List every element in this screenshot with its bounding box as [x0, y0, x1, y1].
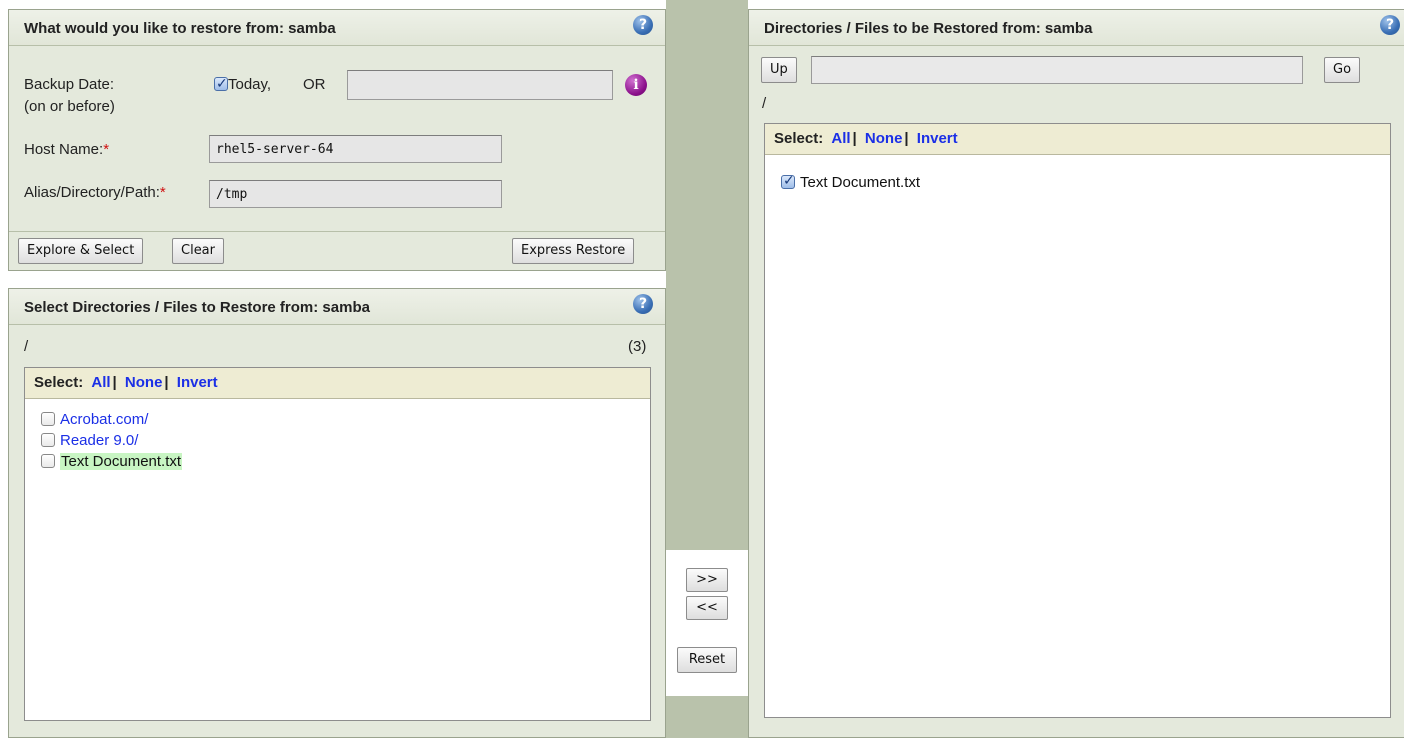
item-link[interactable]: Acrobat.com/	[60, 411, 148, 428]
item-link[interactable]: Reader 9.0/	[60, 432, 138, 449]
divider-bottom	[666, 696, 748, 738]
item-checkbox[interactable]	[41, 433, 55, 447]
select-all-link[interactable]: All	[831, 130, 850, 147]
list-item: Reader 9.0/	[41, 432, 138, 450]
or-label: OR	[303, 76, 326, 93]
select-label: Select:	[34, 374, 84, 391]
select-none-link[interactable]: None	[125, 374, 163, 391]
help-icon[interactable]: ?	[633, 294, 653, 314]
select-files-panel: Select Directories / Files to Restore fr…	[8, 288, 666, 738]
select-invert-link[interactable]: Invert	[917, 130, 958, 147]
restore-options-header: What would you like to restore from: sam…	[9, 10, 665, 46]
item-checkbox[interactable]	[41, 454, 55, 468]
path-input[interactable]	[811, 56, 1303, 84]
file-list-box: Select: All | None | Invert Acrobat.com/ R…	[24, 367, 651, 721]
divider-top	[666, 0, 748, 550]
item-checkbox[interactable]	[41, 412, 55, 426]
item-checkbox[interactable]	[781, 172, 795, 190]
help-icon[interactable]: ?	[1380, 15, 1400, 35]
separator: |	[904, 130, 909, 147]
express-restore-button[interactable]: Express Restore	[512, 238, 635, 264]
panel-title: Select Directories / Files to Restore fr…	[24, 299, 370, 316]
item-count: (3)	[628, 338, 647, 355]
info-icon[interactable]: i	[625, 74, 647, 96]
separator: |	[112, 374, 117, 391]
help-icon[interactable]: ?	[633, 15, 653, 35]
path-field[interactable]: /tmp	[209, 180, 502, 208]
host-name-label: Host Name:*	[24, 141, 110, 158]
list-item: Text Document.txt	[41, 453, 183, 471]
list-item: Acrobat.com/	[41, 411, 148, 429]
current-path: /	[24, 338, 29, 355]
backup-date-label: Backup Date:	[24, 76, 115, 93]
select-files-header: Select Directories / Files to Restore fr…	[9, 289, 665, 325]
panel-title: What would you like to restore from: sam…	[24, 20, 336, 37]
explore-select-button[interactable]: Explore & Select	[18, 238, 144, 264]
backup-date-input[interactable]	[347, 70, 613, 100]
restore-list-header: Directories / Files to be Restored from:…	[749, 10, 1404, 46]
restore-list-box: Select: All| None| Invert Text Document.…	[764, 123, 1391, 718]
list-item: Text Document.txt	[781, 172, 921, 192]
today-option: Today,	[214, 74, 271, 95]
go-button[interactable]: Go	[1324, 57, 1361, 83]
required-mark: *	[103, 141, 110, 158]
button-bar: Explore & Select Clear Express Restore	[9, 231, 665, 270]
today-label: Today,	[228, 76, 272, 93]
reset-button[interactable]: Reset	[677, 647, 737, 673]
select-all-link[interactable]: All	[91, 374, 110, 391]
select-label: Select:	[774, 130, 824, 147]
add-to-restore-button[interactable]: >>	[686, 568, 728, 592]
path-label: Alias/Directory/Path:*	[24, 184, 166, 201]
up-button[interactable]: Up	[761, 57, 797, 83]
select-bar: Select: All | None | Invert	[765, 124, 1390, 155]
today-checkbox[interactable]	[214, 74, 228, 95]
separator: |	[852, 130, 857, 147]
select-invert-link[interactable]: Invert	[177, 374, 218, 391]
host-name-field[interactable]: rhel5-server-64	[209, 135, 502, 163]
required-mark: *	[159, 184, 166, 201]
restore-options-panel: What would you like to restore from: sam…	[8, 9, 666, 271]
select-none-link[interactable]: None	[865, 130, 903, 147]
remove-from-restore-button[interactable]: <<	[686, 596, 728, 620]
select-bar: Select: All | None | Invert	[25, 368, 650, 399]
separator: |	[164, 374, 169, 391]
item-name[interactable]: Text Document.txt	[60, 453, 183, 470]
item-name: Text Document.txt	[800, 174, 921, 191]
restore-list-panel: Directories / Files to be Restored from:…	[748, 9, 1404, 738]
current-path: /	[762, 95, 767, 112]
panel-title: Directories / Files to be Restored from:…	[764, 20, 1093, 37]
clear-button[interactable]: Clear	[172, 238, 224, 264]
backup-date-sublabel: (on or before)	[24, 98, 115, 115]
